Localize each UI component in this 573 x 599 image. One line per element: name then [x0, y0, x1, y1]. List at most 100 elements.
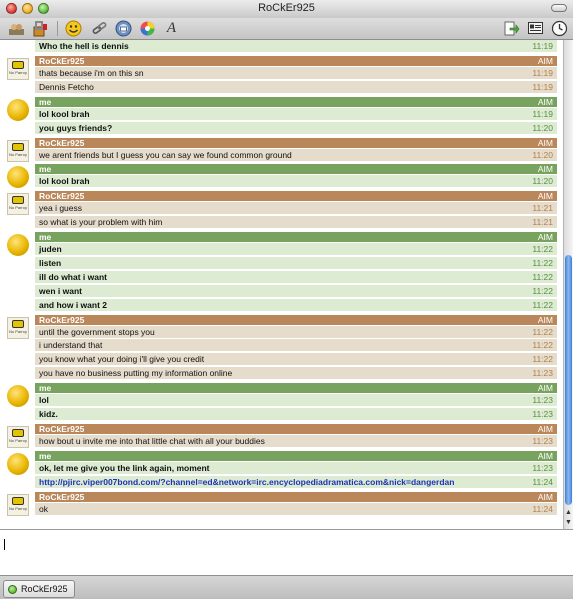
message-row: you know what your doing i'll give you c… — [35, 353, 557, 367]
send-file-icon[interactable] — [502, 19, 521, 38]
bulldozer-icon — [12, 60, 24, 69]
message-text: until the government stops you — [39, 326, 155, 337]
message-timestamp: 11:22 — [532, 271, 553, 282]
message-group-them: RoCkEr925 AIM we arent friends but I guess… — [0, 137, 563, 163]
smiley-icon[interactable] — [64, 19, 83, 38]
message-timestamp: 11:19 — [532, 81, 553, 92]
message-text: Dennis Fetcho — [39, 81, 94, 92]
bulldozer-icon — [12, 429, 24, 437]
message-group-them: RoCkEr925 AIM ok 11:24 No Parroy — [0, 491, 563, 517]
message-group-me: me AIM lol kool brah 11:20 — [0, 164, 563, 189]
service-label: AIM — [537, 96, 553, 107]
color-icon[interactable] — [138, 19, 157, 38]
message-row: ok 11:24 — [35, 502, 557, 516]
transcript-scrollbar[interactable]: ▲ ▼ — [563, 40, 573, 529]
sender-name: RoCkEr925 — [39, 314, 85, 325]
message-timestamp: 11:21 — [532, 203, 553, 214]
scroll-down-arrow[interactable]: ▼ — [565, 518, 572, 528]
message-row: ill do what i want 11:22 — [35, 270, 557, 284]
message-timestamp: 11:23 — [532, 368, 553, 379]
message-timestamp: 11:23 — [532, 462, 553, 473]
buddy-avatar: No Parroy — [7, 57, 29, 80]
message-text: listen — [39, 257, 62, 268]
service-label: AIM — [537, 137, 553, 148]
scrollbar-thumb[interactable] — [565, 255, 572, 505]
sender-header: RoCkEr925 AIM — [35, 191, 557, 202]
sender-name: me — [39, 96, 52, 107]
service-label: AIM — [537, 55, 553, 66]
user-info-icon[interactable] — [7, 19, 26, 38]
message-row: and how i want 2 11:22 — [35, 298, 557, 312]
message-text: yea i guess — [39, 203, 82, 214]
message-row: lol kool brah 11:19 — [35, 107, 557, 121]
sender-name: me — [39, 450, 52, 461]
profile-icon[interactable] — [526, 19, 545, 38]
message-timestamp: 11:20 — [532, 176, 553, 187]
service-label: AIM — [537, 191, 553, 202]
message-text: Who the hell is dennis — [39, 41, 129, 51]
avatar-caption: No Parroy — [8, 328, 27, 334]
message-text: i understand that — [39, 340, 103, 351]
sender-header: me AIM — [35, 96, 557, 107]
avatar-caption: No Parroy — [8, 438, 27, 443]
history-icon[interactable] — [550, 19, 569, 38]
window-title: RoCkEr925 — [258, 2, 315, 14]
message-text: wen i want — [39, 285, 82, 296]
sender-name: RoCkEr925 — [39, 137, 85, 148]
my-avatar — [7, 166, 29, 189]
message-timestamp: 11:23 — [532, 409, 553, 420]
message-row: juden 11:22 — [35, 243, 557, 257]
buddy-avatar: No Parroy — [7, 426, 29, 448]
tab-chat-rocker925[interactable]: RoCkEr925 — [3, 580, 75, 598]
font-icon[interactable]: A — [162, 19, 181, 38]
toolbar-toggle-button[interactable] — [551, 4, 567, 12]
sender-header: me AIM — [35, 232, 557, 243]
message-group-them: RoCkEr925 AIM how bout u invite me into th… — [0, 424, 563, 449]
message-row: you have no business putting my informat… — [35, 367, 557, 381]
message-input[interactable] — [0, 530, 573, 575]
message-row: yea i guess 11:21 — [35, 202, 557, 216]
bulldozer-icon — [12, 196, 24, 205]
message-row: lol 11:23 — [35, 394, 557, 408]
sender-header: RoCkEr925 AIM — [35, 491, 557, 502]
message-timestamp: 11:21 — [532, 217, 553, 228]
sender-name: me — [39, 232, 52, 243]
buddy-avatar: No Parroy — [7, 193, 29, 216]
message-group-me: Who the hell is dennis 11:19 — [0, 40, 563, 54]
message-row: we arent friends but I guess you can say… — [35, 148, 557, 162]
message-timestamp: 11:22 — [532, 285, 553, 296]
message-row: http://pjirc.viper007bond.com/?channel=e… — [35, 475, 557, 489]
scroll-up-arrow[interactable]: ▲ — [565, 508, 572, 518]
my-avatar — [7, 98, 29, 121]
message-row: Dennis Fetcho 11:19 — [35, 80, 557, 94]
service-label: AIM — [537, 450, 553, 461]
my-avatar — [7, 234, 29, 257]
bulldozer-icon — [12, 319, 24, 328]
service-label: AIM — [537, 424, 553, 434]
message-group-them: RoCkEr925 AIM until the government stops y… — [0, 314, 563, 382]
buddy-avatar: No Parroy — [7, 493, 29, 516]
block-icon[interactable] — [31, 19, 50, 38]
text-caret — [4, 539, 5, 550]
bulldozer-icon — [12, 142, 24, 151]
message-group-me: me AIM lol 11:23 kidz. 11:23 — [0, 383, 563, 422]
service-label: AIM — [537, 314, 553, 325]
message-text: ill do what i want — [39, 271, 107, 282]
message-timestamp: 11:20 — [532, 149, 553, 160]
message-row: wen i want 11:22 — [35, 284, 557, 298]
message-text: kidz. — [39, 409, 58, 420]
message-timestamp: 11:19 — [532, 67, 553, 78]
link-icon[interactable] — [90, 19, 109, 38]
buddy-avatar: No Parroy — [7, 139, 29, 162]
message-timestamp: 11:24 — [532, 503, 553, 514]
message-link[interactable]: http://pjirc.viper007bond.com/?channel=e… — [39, 476, 454, 489]
sender-header: RoCkEr925 AIM — [35, 137, 557, 148]
message-timestamp: 11:22 — [532, 257, 553, 268]
mail-icon[interactable] — [114, 19, 133, 38]
avatar-caption: No Parroy — [8, 205, 27, 211]
message-text: how bout u invite me into that little ch… — [39, 436, 265, 446]
message-row: i understand that 11:22 — [35, 339, 557, 353]
my-avatar — [7, 452, 29, 475]
sender-header: me AIM — [35, 450, 557, 461]
chat-transcript[interactable]: Who the hell is dennis 11:19 RoCkEr925 AIM t… — [0, 40, 563, 529]
